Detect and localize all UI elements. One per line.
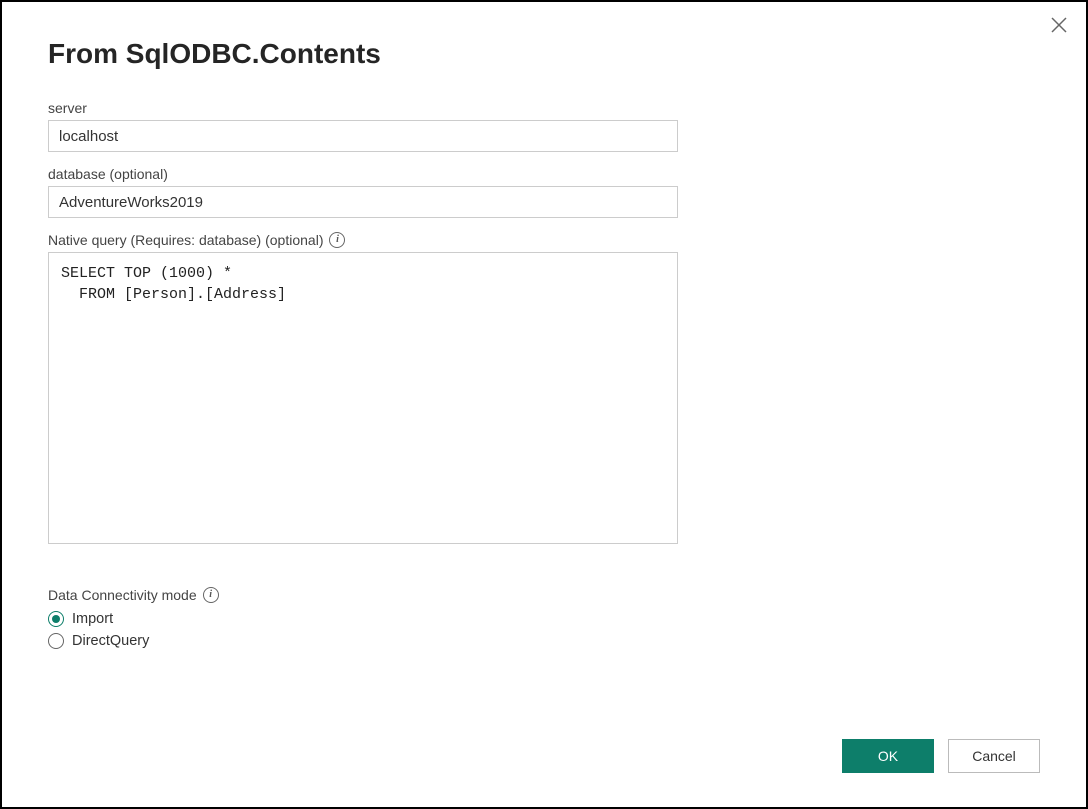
native-query-field-group: Native query (Requires: database) (optio… — [48, 232, 1040, 549]
radio-selected-dot — [52, 615, 60, 623]
database-label: database (optional) — [48, 166, 1040, 182]
dialog-footer: OK Cancel — [48, 739, 1040, 777]
radio-directquery-label: DirectQuery — [72, 633, 149, 649]
native-query-label-text: Native query (Requires: database) (optio… — [48, 232, 323, 248]
server-label: server — [48, 100, 1040, 116]
radio-button-icon — [48, 611, 64, 627]
server-field-group: server — [48, 100, 1040, 152]
dialog-title: From SqlODBC.Contents — [48, 38, 1040, 70]
radio-import-label: Import — [72, 611, 113, 627]
database-field-group: database (optional) — [48, 166, 1040, 218]
connectivity-section: Data Connectivity mode i Import DirectQu… — [48, 587, 1040, 655]
info-icon[interactable]: i — [329, 232, 345, 248]
radio-import[interactable]: Import — [48, 611, 1040, 627]
native-query-label: Native query (Requires: database) (optio… — [48, 232, 1040, 248]
cancel-button[interactable]: Cancel — [948, 739, 1040, 773]
native-query-input[interactable] — [48, 252, 678, 544]
connectivity-label-text: Data Connectivity mode — [48, 587, 197, 603]
connection-dialog: From SqlODBC.Contents server database (o… — [2, 2, 1086, 807]
server-input[interactable] — [48, 120, 678, 152]
ok-button[interactable]: OK — [842, 739, 934, 773]
close-icon — [1050, 16, 1068, 34]
info-icon[interactable]: i — [203, 587, 219, 603]
radio-directquery[interactable]: DirectQuery — [48, 633, 1040, 649]
database-input[interactable] — [48, 186, 678, 218]
connectivity-label: Data Connectivity mode i — [48, 587, 1040, 603]
radio-button-icon — [48, 633, 64, 649]
close-button[interactable] — [1050, 16, 1068, 39]
